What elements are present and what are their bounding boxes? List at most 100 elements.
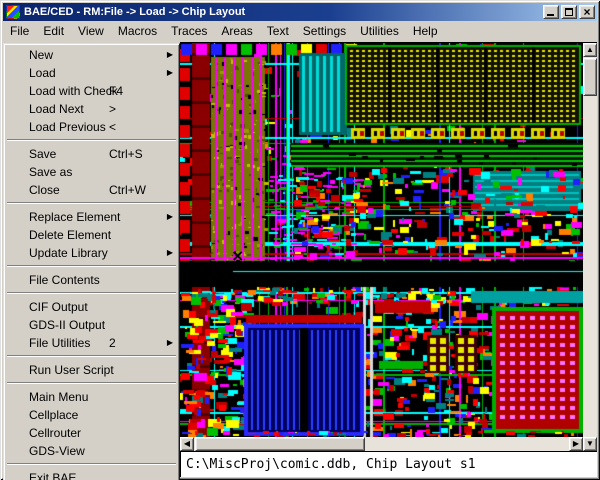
menu-item-label: New xyxy=(29,48,53,62)
menu-item-label: CIF Output xyxy=(29,300,88,314)
close-button[interactable]: × xyxy=(579,5,595,19)
menu-item-label: Load Next xyxy=(29,102,84,116)
menu-item-label: Run User Script xyxy=(29,363,114,377)
menu-item-cellplace[interactable]: Cellplace xyxy=(5,406,178,424)
menu-item-file-utilities[interactable]: File Utilities 2 ▶ xyxy=(5,334,178,352)
menu-item-label: Replace Element xyxy=(29,210,120,224)
menu-item-label: Exit BAE xyxy=(29,471,76,480)
window-controls: × xyxy=(543,5,595,19)
menu-item-label: Save as xyxy=(29,165,72,179)
client-area: × New▶Load▶Load with CheckF4Load Next>Lo… xyxy=(3,42,597,477)
maximize-icon xyxy=(565,8,573,16)
crosshair-cursor: × xyxy=(231,248,244,264)
menu-item-label: GDS-II Output xyxy=(29,318,105,332)
menu-item-cif-output[interactable]: CIF Output xyxy=(5,298,178,316)
menu-item-new[interactable]: New ▶ xyxy=(5,46,178,64)
close-icon: × xyxy=(583,7,590,18)
menu-separator xyxy=(7,463,176,465)
menubar-item-file[interactable]: File xyxy=(3,21,36,42)
menubar-item-utilities[interactable]: Utilities xyxy=(353,21,406,42)
menu-item-label: Load Previous xyxy=(29,120,106,134)
submenu-arrow-icon: ▶ xyxy=(167,46,173,64)
horizontal-scrollbar[interactable]: ◀ ▶ xyxy=(180,437,583,451)
menu-item-main-menu[interactable]: Main Menu xyxy=(5,388,178,406)
menu-item-shortcut: > xyxy=(109,100,116,118)
menu-separator xyxy=(7,355,176,357)
menu-separator xyxy=(7,202,176,204)
menu-item-delete-element[interactable]: Delete Element xyxy=(5,226,178,244)
window-title: BAE/CED - RM:File -> Load -> Chip Layout xyxy=(24,6,543,18)
menu-item-shortcut: F4 xyxy=(109,82,123,100)
menubar-item-help[interactable]: Help xyxy=(406,21,445,42)
menubar-item-view[interactable]: View xyxy=(71,21,111,42)
menu-item-shortcut: 2 xyxy=(109,334,116,352)
scroll-left-icon: ◀ xyxy=(184,440,190,448)
menu-item-save[interactable]: Save Ctrl+S xyxy=(5,145,178,163)
submenu-arrow-icon: ▶ xyxy=(167,244,173,262)
menubar-item-edit[interactable]: Edit xyxy=(36,21,71,42)
menu-item-label: Close xyxy=(29,183,60,197)
menu-item-label: Load with Check xyxy=(29,84,118,98)
menu-item-replace-element[interactable]: Replace Element ▶ xyxy=(5,208,178,226)
menu-separator xyxy=(7,139,176,141)
menu-item-load-previous[interactable]: Load Previous< xyxy=(5,118,178,136)
menu-item-shortcut: Ctrl+S xyxy=(109,145,143,163)
submenu-arrow-icon: ▶ xyxy=(167,208,173,226)
scroll-right-icon: ▶ xyxy=(573,440,579,448)
menu-item-label: File Contents xyxy=(29,273,100,287)
command-line[interactable]: C:\MiscProj\comic.ddb, Chip Layout s1 xyxy=(180,451,597,477)
scroll-right-button[interactable]: ▶ xyxy=(569,437,583,451)
minimize-icon xyxy=(547,14,554,16)
scroll-down-button[interactable]: ▼ xyxy=(583,437,597,451)
menu-item-load-next[interactable]: Load Next > xyxy=(5,100,178,118)
menu-item-label: File Utilities xyxy=(29,336,90,350)
app-icon[interactable] xyxy=(6,5,20,19)
menu-item-shortcut: < xyxy=(109,118,116,136)
scroll-up-button[interactable]: ▲ xyxy=(583,43,597,57)
file-menu: New▶Load▶Load with CheckF4Load Next>Load… xyxy=(3,43,180,480)
app-window: BAE/CED - RM:File -> Load -> Chip Layout… xyxy=(0,0,600,480)
menu-item-update-library[interactable]: Update Library ▶ xyxy=(5,244,178,262)
menu-panel-background: New▶Load▶Load with CheckF4Load Next>Load… xyxy=(3,42,180,477)
menu-separator xyxy=(7,292,176,294)
menu-item-label: Update Library xyxy=(29,246,108,260)
menu-item-load-with-check[interactable]: Load with CheckF4 xyxy=(5,82,178,100)
title-bar[interactable]: BAE/CED - RM:File -> Load -> Chip Layout… xyxy=(3,3,597,21)
command-line-text: C:\MiscProj\comic.ddb, Chip Layout s1 xyxy=(186,457,476,472)
menu-item-label: Load xyxy=(29,66,56,80)
menu-item-gds-ii-output[interactable]: GDS-II Output xyxy=(5,316,178,334)
menu-item-label: GDS-View xyxy=(29,444,85,458)
menu-item-label: Delete Element xyxy=(29,228,111,242)
scroll-left-button[interactable]: ◀ xyxy=(180,437,194,451)
menubar-item-macros[interactable]: Macros xyxy=(111,21,164,42)
menu-item-label: Save xyxy=(29,147,56,161)
menubar-item-settings[interactable]: Settings xyxy=(296,21,353,42)
menu-item-gds-view[interactable]: GDS-View xyxy=(5,442,178,460)
scroll-up-icon: ▲ xyxy=(586,46,594,54)
horizontal-scrollbar-thumb[interactable] xyxy=(195,437,365,451)
menubar-item-areas[interactable]: Areas xyxy=(214,21,259,42)
menu-item-label: Main Menu xyxy=(29,390,88,404)
menu-item-run-user-script[interactable]: Run User Script xyxy=(5,361,178,379)
menu-item-save-as[interactable]: Save as xyxy=(5,163,178,181)
menu-item-file-contents[interactable]: File Contents xyxy=(5,271,178,289)
menubar-item-text[interactable]: Text xyxy=(260,21,296,42)
menu-separator xyxy=(7,382,176,384)
menu-item-label: Cellplace xyxy=(29,408,78,422)
menu-item-exit-bae[interactable]: Exit BAE xyxy=(5,469,178,480)
scroll-down-icon: ▼ xyxy=(586,440,594,448)
menu-item-label: Cellrouter xyxy=(29,426,81,440)
menu-item-close[interactable]: Close Ctrl+W xyxy=(5,181,178,199)
maximize-button[interactable] xyxy=(561,5,577,19)
minimize-button[interactable] xyxy=(543,5,559,19)
menu-bar: FileEditViewMacrosTracesAreasTextSetting… xyxy=(3,21,597,42)
menu-item-load[interactable]: Load ▶ xyxy=(5,64,178,82)
submenu-arrow-icon: ▶ xyxy=(167,64,173,82)
submenu-arrow-icon: ▶ xyxy=(167,334,173,352)
menubar-item-traces[interactable]: Traces xyxy=(164,21,214,42)
menu-item-cellrouter[interactable]: Cellrouter xyxy=(5,424,178,442)
vertical-scrollbar[interactable]: ▲ ▼ xyxy=(583,43,597,451)
vertical-scrollbar-thumb[interactable] xyxy=(583,58,597,96)
menu-separator xyxy=(7,265,176,267)
menu-item-shortcut: Ctrl+W xyxy=(109,181,146,199)
